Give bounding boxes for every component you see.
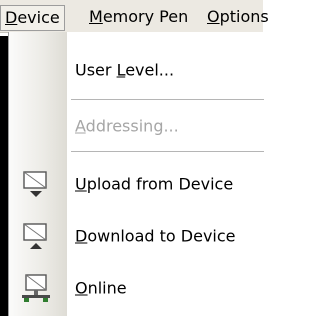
user-level-prefix: User xyxy=(75,60,117,80)
user-level-suffix: evel... xyxy=(125,60,175,80)
menu-memory-pen-suffix: emory Pen xyxy=(102,7,189,26)
online-mnemonic: O xyxy=(75,278,88,298)
menu-options-suffix: ptions xyxy=(219,7,269,26)
menu-separator xyxy=(71,151,264,152)
addressing-suffix: ddressing... xyxy=(85,116,179,136)
online-network-icon xyxy=(22,274,50,302)
menu-options-mnemonic: O xyxy=(207,7,220,26)
addressing-mnemonic: A xyxy=(75,116,86,136)
menu-item-download-label: Download to Device xyxy=(75,227,236,246)
online-suffix: nline xyxy=(87,278,127,298)
menu-item-online-label: Online xyxy=(75,279,127,298)
menu-memory-pen-mnemonic: M xyxy=(89,7,103,26)
menu-item-upload-label: Upload from Device xyxy=(75,175,233,194)
menu-item-user-level-label: User Level... xyxy=(75,61,174,80)
download-mnemonic: D xyxy=(75,226,88,246)
menu-options[interactable]: Options xyxy=(207,6,269,28)
menu-item-download-to-device[interactable]: Download to Device xyxy=(9,214,264,258)
upload-mnemonic: U xyxy=(75,174,87,194)
menu-bar: Device Memory Pen Options xyxy=(0,0,269,33)
upload-device-icon xyxy=(23,171,47,197)
download-suffix: ownload to Device xyxy=(87,226,236,246)
upload-suffix: pload from Device xyxy=(86,174,234,194)
menu-device-mnemonic: D xyxy=(5,8,18,27)
menu-item-addressing: Addressing... xyxy=(9,104,264,148)
menu-device-suffix: evice xyxy=(17,8,60,27)
user-level-mnemonic: L xyxy=(116,60,126,80)
app-window: Device Memory Pen Options User Level... … xyxy=(0,0,269,316)
menu-item-upload-from-device[interactable]: Upload from Device xyxy=(9,162,264,206)
device-dropdown-menu: User Level... Addressing... Upload from … xyxy=(8,32,264,316)
background-app-content xyxy=(0,36,8,316)
download-device-icon xyxy=(23,223,47,249)
menu-memory-pen[interactable]: Memory Pen xyxy=(89,6,188,28)
menu-item-online[interactable]: Online xyxy=(9,266,264,310)
menu-item-user-level[interactable]: User Level... xyxy=(9,48,264,92)
menu-item-addressing-label: Addressing... xyxy=(75,117,179,136)
menu-separator xyxy=(71,99,264,100)
menu-device[interactable]: Device xyxy=(0,5,65,31)
